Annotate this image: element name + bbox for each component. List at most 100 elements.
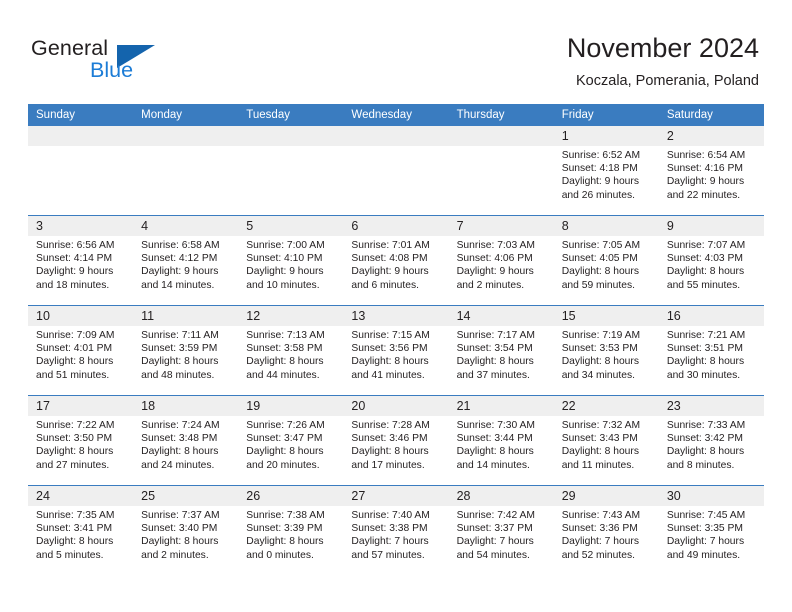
- day-number-band: 23: [658, 396, 764, 416]
- calendar-day-cell[interactable]: 9 Sunrise: 7:07 AM Sunset: 4:03 PM Daylight…: [658, 216, 764, 305]
- day-number-band: 11: [133, 306, 239, 326]
- sunset-text: Sunset: 3:53 PM: [561, 343, 638, 355]
- calendar-day-cell[interactable]: 13 Sunrise: 7:15 AM Sunset: 3:56 PM Dayligh…: [343, 306, 449, 395]
- sunrise-text: Sunrise: 7:13 AM: [246, 330, 325, 341]
- day-sun-info: Sunrise: 7:38 AM Sunset: 3:39 PM Daylight:…: [238, 506, 343, 562]
- day-sun-info: Sunrise: 7:26 AM Sunset: 3:47 PM Daylight:…: [238, 416, 343, 472]
- calendar-day-cell[interactable]: 3 Sunrise: 6:56 AM Sunset: 4:14 PM Daylight…: [28, 216, 134, 305]
- calendar-day-cell[interactable]: 29 Sunrise: 7:43 AM Sunset: 3:36 PM Dayligh…: [553, 486, 659, 575]
- sunrise-text: Sunrise: 7:45 AM: [666, 510, 746, 521]
- daylight-text-line2: and 54 minutes.: [456, 549, 530, 561]
- day-number-band: 5: [238, 216, 344, 236]
- day-number-band: 9: [658, 216, 764, 236]
- calendar-day-cell[interactable]: 1 Sunrise: 6:52 AM Sunset: 4:18 PM Daylight…: [553, 126, 659, 215]
- day-sun-info: Sunrise: 7:37 AM Sunset: 3:40 PM Daylight:…: [133, 506, 238, 562]
- day-sun-info: Sunrise: 7:22 AM Sunset: 3:50 PM Daylight:…: [28, 416, 133, 472]
- calendar-day-cell[interactable]: 17 Sunrise: 7:22 AM Sunset: 3:50 PM Dayligh…: [28, 396, 134, 485]
- daylight-text-line2: and 14 minutes.: [141, 279, 215, 291]
- page-title: November 2024: [566, 33, 759, 63]
- day-number-band: 15: [553, 306, 659, 326]
- calendar-day-cell[interactable]: 26 Sunrise: 7:38 AM Sunset: 3:39 PM Dayligh…: [238, 486, 344, 575]
- sunset-text: Sunset: 4:01 PM: [36, 343, 113, 355]
- calendar-week-row: 3 Sunrise: 6:56 AM Sunset: 4:14 PM Daylight…: [28, 215, 764, 305]
- daylight-text-line2: and 34 minutes.: [561, 369, 635, 381]
- daylight-text-line1: Daylight: 8 hours: [246, 356, 324, 368]
- title-block: November 2024 Koczala, Pomerania, Poland: [567, 32, 759, 91]
- daylight-text-line2: and 20 minutes.: [246, 459, 320, 471]
- daylight-text-line1: Daylight: 9 hours: [141, 266, 219, 278]
- calendar-day-cell[interactable]: 14 Sunrise: 7:17 AM Sunset: 3:54 PM Dayligh…: [448, 306, 554, 395]
- daylight-text-line1: Daylight: 8 hours: [351, 356, 429, 368]
- day-sun-info: Sunrise: 7:00 AM Sunset: 4:10 PM Daylight:…: [238, 236, 343, 292]
- calendar-day-cell[interactable]: 21 Sunrise: 7:30 AM Sunset: 3:44 PM Dayligh…: [448, 396, 554, 485]
- calendar-day-cell[interactable]: 7 Sunrise: 7:03 AM Sunset: 4:06 PM Daylight…: [448, 216, 554, 305]
- day-number: 23: [666, 399, 681, 413]
- sunrise-text: Sunrise: 7:05 AM: [561, 240, 641, 251]
- calendar-day-cell[interactable]: 16 Sunrise: 7:21 AM Sunset: 3:51 PM Dayligh…: [658, 306, 764, 395]
- calendar-day-cell[interactable]: 6 Sunrise: 7:01 AM Sunset: 4:08 PM Daylight…: [343, 216, 449, 305]
- daylight-text-line2: and 22 minutes.: [666, 189, 741, 201]
- weekday-monday: Monday: [141, 109, 183, 121]
- calendar-week-row: 1 Sunrise: 6:52 AM Sunset: 4:18 PM Daylight…: [28, 126, 764, 215]
- day-sun-info: Sunrise: 6:58 AM Sunset: 4:12 PM Daylight:…: [133, 236, 238, 292]
- weekday-friday: Friday: [561, 109, 594, 121]
- calendar-day-cell-empty: [343, 126, 449, 215]
- daylight-text-line2: and 11 minutes.: [561, 459, 635, 471]
- daylight-text-line2: and 8 minutes.: [666, 459, 735, 471]
- daylight-text-line2: and 55 minutes.: [666, 279, 741, 291]
- calendar-day-cell[interactable]: 27 Sunrise: 7:40 AM Sunset: 3:38 PM Dayligh…: [343, 486, 449, 575]
- sunrise-text: Sunrise: 6:58 AM: [141, 240, 220, 251]
- calendar-day-cell[interactable]: 10 Sunrise: 7:09 AM Sunset: 4:01 PM Dayligh…: [28, 306, 134, 395]
- day-sun-info: Sunrise: 7:24 AM Sunset: 3:48 PM Daylight:…: [133, 416, 238, 472]
- calendar-day-cell[interactable]: 15 Sunrise: 7:19 AM Sunset: 3:53 PM Dayligh…: [553, 306, 659, 395]
- day-sun-info: Sunrise: 7:11 AM Sunset: 3:59 PM Daylight:…: [133, 326, 238, 382]
- sunrise-text: Sunrise: 7:09 AM: [36, 330, 115, 341]
- sunset-text: Sunset: 3:51 PM: [666, 343, 743, 355]
- calendar-day-cell-empty: [238, 126, 344, 215]
- daylight-text-line2: and 52 minutes.: [561, 549, 635, 561]
- calendar-day-cell[interactable]: 18 Sunrise: 7:24 AM Sunset: 3:48 PM Dayligh…: [133, 396, 239, 485]
- day-sun-info: Sunrise: 7:28 AM Sunset: 3:46 PM Daylight:…: [343, 416, 448, 472]
- calendar-day-cell[interactable]: 28 Sunrise: 7:42 AM Sunset: 3:37 PM Dayligh…: [448, 486, 554, 575]
- sunrise-text: Sunrise: 7:11 AM: [141, 330, 219, 341]
- daylight-text-line1: Daylight: 8 hours: [246, 536, 324, 548]
- day-sun-info: Sunrise: 7:43 AM Sunset: 3:36 PM Daylight:…: [554, 506, 659, 562]
- day-number: 2: [666, 129, 674, 143]
- sunset-text: Sunset: 4:14 PM: [36, 253, 113, 265]
- calendar-day-cell[interactable]: 30 Sunrise: 7:45 AM Sunset: 3:35 PM Dayligh…: [658, 486, 764, 575]
- day-number-band: 21: [448, 396, 554, 416]
- daylight-text-line2: and 24 minutes.: [141, 459, 215, 471]
- daylight-text-line2: and 41 minutes.: [351, 369, 425, 381]
- calendar-day-cell[interactable]: 12 Sunrise: 7:13 AM Sunset: 3:58 PM Dayligh…: [238, 306, 344, 395]
- calendar-week-row: 24 Sunrise: 7:35 AM Sunset: 3:41 PM Dayligh…: [28, 485, 764, 575]
- calendar-day-cell[interactable]: 23 Sunrise: 7:33 AM Sunset: 3:42 PM Dayligh…: [658, 396, 764, 485]
- day-number: 13: [351, 309, 366, 323]
- calendar-day-cell[interactable]: 11 Sunrise: 7:11 AM Sunset: 3:59 PM Dayligh…: [133, 306, 239, 395]
- day-sun-info: Sunrise: 7:15 AM Sunset: 3:56 PM Daylight:…: [343, 326, 448, 382]
- daylight-text-line1: Daylight: 7 hours: [666, 536, 745, 548]
- sunset-text: Sunset: 3:42 PM: [666, 433, 743, 445]
- calendar-day-cell[interactable]: 2 Sunrise: 6:54 AM Sunset: 4:16 PM Daylight…: [658, 126, 764, 215]
- general-blue-logo[interactable]: General Blue: [31, 36, 161, 84]
- sunset-text: Sunset: 4:10 PM: [246, 253, 323, 265]
- calendar-day-cell[interactable]: 25 Sunrise: 7:37 AM Sunset: 3:40 PM Dayligh…: [133, 486, 239, 575]
- calendar-day-cell[interactable]: 22 Sunrise: 7:32 AM Sunset: 3:43 PM Dayligh…: [553, 396, 659, 485]
- day-number: 22: [561, 399, 576, 413]
- calendar-day-cell[interactable]: 5 Sunrise: 7:00 AM Sunset: 4:10 PM Daylight…: [238, 216, 344, 305]
- calendar-day-cell[interactable]: 19 Sunrise: 7:26 AM Sunset: 3:47 PM Dayligh…: [238, 396, 344, 485]
- daylight-text-line2: and 0 minutes.: [246, 549, 314, 561]
- daylight-text-line1: Daylight: 9 hours: [561, 176, 639, 188]
- calendar-day-cell[interactable]: 8 Sunrise: 7:05 AM Sunset: 4:05 PM Daylight…: [553, 216, 659, 305]
- day-number: 1: [561, 129, 569, 143]
- day-sun-info: Sunrise: 7:13 AM Sunset: 3:58 PM Daylight:…: [238, 326, 343, 382]
- page-subtitle: Koczala, Pomerania, Poland: [576, 73, 759, 89]
- calendar-day-cell[interactable]: 20 Sunrise: 7:28 AM Sunset: 3:46 PM Dayligh…: [343, 396, 449, 485]
- calendar-page: General Blue November 2024 Koczala, Pome…: [0, 0, 792, 612]
- calendar-day-cell[interactable]: 4 Sunrise: 6:58 AM Sunset: 4:12 PM Daylight…: [133, 216, 239, 305]
- daylight-text-line1: Daylight: 9 hours: [36, 266, 114, 278]
- daylight-text-line1: Daylight: 8 hours: [141, 446, 219, 458]
- calendar-day-cell[interactable]: 24 Sunrise: 7:35 AM Sunset: 3:41 PM Dayligh…: [28, 486, 134, 575]
- daylight-text-line1: Daylight: 9 hours: [351, 266, 429, 278]
- day-sun-info: Sunrise: 7:01 AM Sunset: 4:08 PM Daylight:…: [343, 236, 448, 292]
- day-sun-info: Sunrise: 7:03 AM Sunset: 4:06 PM Daylight:…: [449, 236, 554, 292]
